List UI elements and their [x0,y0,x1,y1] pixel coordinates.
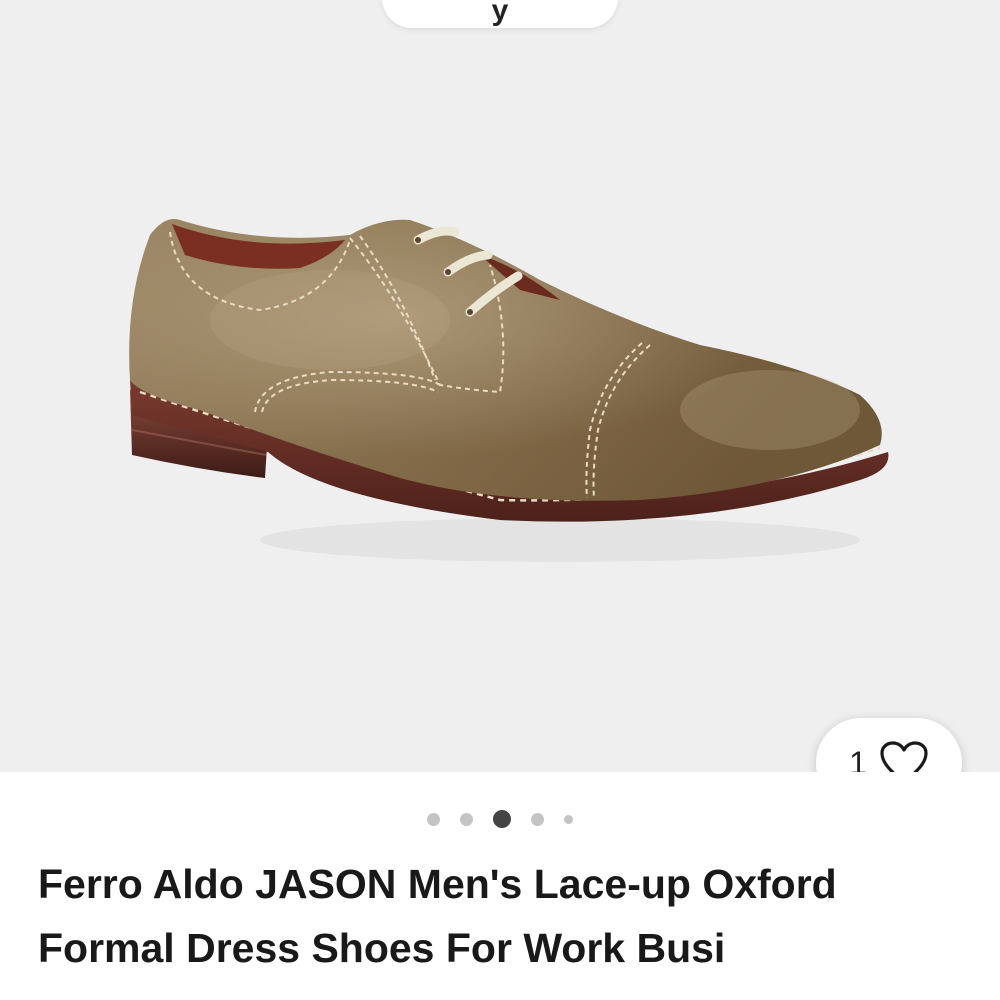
search-chip[interactable]: y [382,0,618,28]
pager-dot-3[interactable] [493,810,511,828]
image-pager[interactable] [0,808,1000,830]
product-image[interactable] [0,0,1000,772]
image-gallery[interactable]: y 1 [0,0,1000,772]
pager-dot-5[interactable] [564,814,573,824]
pager-dot-4[interactable] [531,812,544,826]
search-chip-text: y [491,0,509,27]
like-button[interactable]: 1 [816,718,962,772]
pager-dot-2[interactable] [460,812,473,826]
product-screen: y 1 Ferro Aldo JASON Men's Lace-up Oxfor… [0,0,1000,1000]
pager-dot-1[interactable] [427,812,440,826]
product-title: Ferro Aldo JASON Men's Lace-up Oxford Fo… [38,861,837,971]
like-count: 1 [849,745,867,772]
heart-icon [880,741,928,772]
